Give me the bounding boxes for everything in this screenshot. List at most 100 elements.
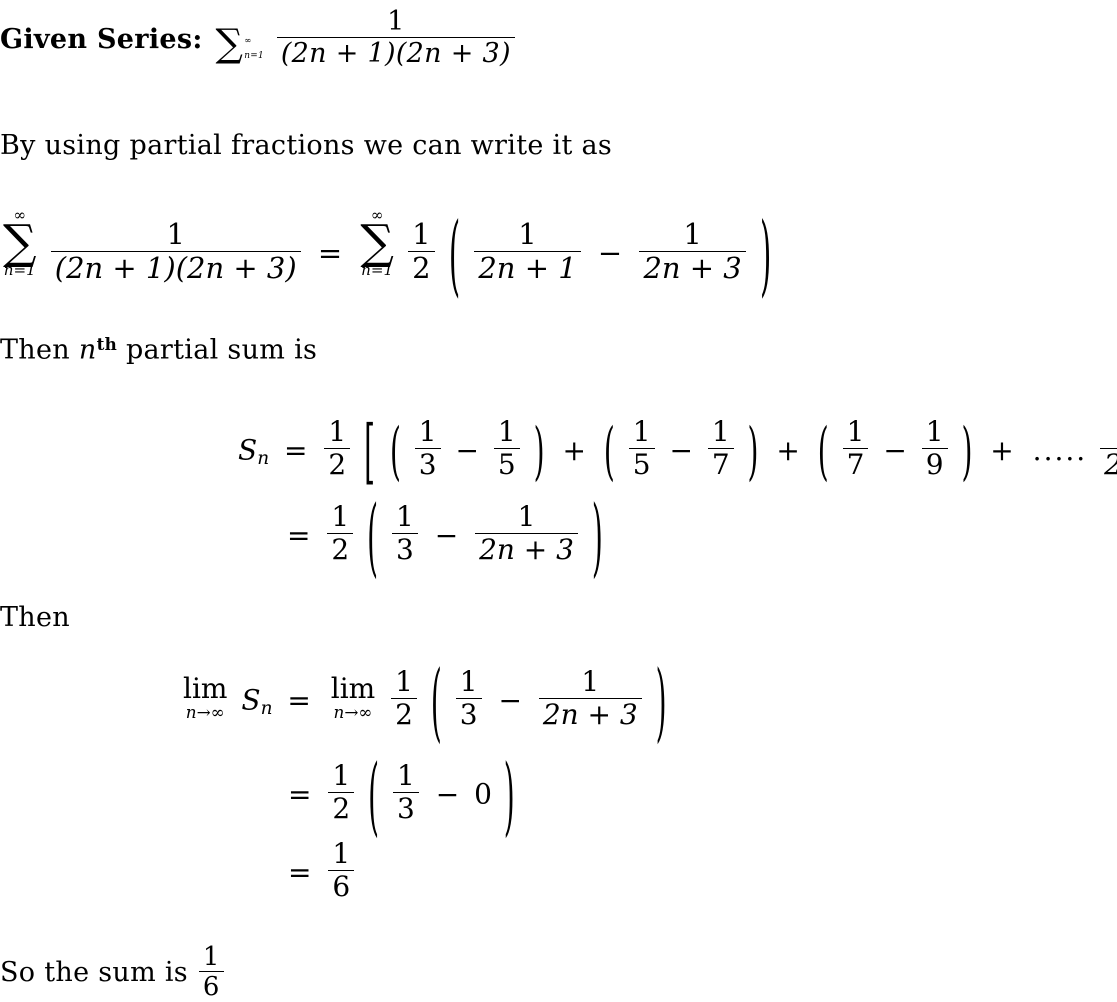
group1-term-b: 1 5 <box>493 417 520 481</box>
fraction-denominator: 2n + 3 <box>542 697 638 731</box>
equals-sign: = <box>287 683 311 717</box>
fraction-numerator: 1 <box>628 417 655 449</box>
fraction-denominator: 3 <box>395 532 414 566</box>
lim-label: lim <box>330 671 376 705</box>
lim-underscript: n→∞ <box>185 701 225 722</box>
sn-symbol: S <box>241 683 261 717</box>
term-a-fraction: 1 3 <box>392 761 419 823</box>
limit-equation-line1: lim n→∞ Sn = lim n→∞ 1 2 ( 1 3 − 1 2n + … <box>178 651 670 752</box>
conclusion-line: So the sum is 1 6 <box>0 944 226 1001</box>
nth-partial-sum-text: Then nth partial sum is <box>0 334 317 366</box>
term-a-fraction: 1 3 <box>455 667 482 731</box>
limit-operator-lhs: lim n→∞ <box>183 671 228 722</box>
close-paren: ) <box>759 202 772 307</box>
group3-term-a: 1 7 <box>842 417 869 481</box>
sigma-icon: ∑ <box>215 21 244 67</box>
coefficient-fraction: 1 2 <box>327 502 354 564</box>
close-paren: ) <box>655 651 667 752</box>
open-paren: ( <box>817 413 829 488</box>
term-a-fraction: 1 3 <box>391 502 418 566</box>
fraction-denominator: 2n + 1 <box>1100 449 1117 480</box>
close-paren: ) <box>961 413 973 488</box>
fraction-denominator: 2 <box>328 447 347 481</box>
fraction-denominator: 9 <box>925 447 944 481</box>
fraction-denominator: 5 <box>497 447 516 481</box>
fraction-numerator: 1 <box>391 502 418 534</box>
fraction-denominator: 2 <box>412 250 431 285</box>
rhs-term1-fraction: 1 2n + 1 <box>474 219 581 285</box>
equals-sign: = <box>287 518 311 552</box>
fraction-numerator: 1 <box>408 219 435 252</box>
fraction-denominator: 6 <box>332 869 351 903</box>
limit-equation-line2: = 1 2 ( 1 3 − 0 ) <box>282 745 518 846</box>
lim-label: lim <box>183 671 228 705</box>
conclusion-text: So the sum is <box>0 957 188 989</box>
fraction-numerator: 1 <box>276 8 515 38</box>
fraction-numerator: 1 <box>475 502 578 534</box>
fraction-numerator: 1 <box>324 417 351 449</box>
nth-superscript: th <box>96 334 118 354</box>
document-page: Given Series: ∑ ∞ n=1 1 (2n + 1)(2n + 3) B… <box>0 0 1117 1001</box>
fraction-numerator: 1 <box>493 417 520 449</box>
fraction-denominator: (2n + 1)(2n + 3) <box>280 37 511 69</box>
plus-sign-3: + <box>990 433 1014 467</box>
fraction-numerator: 1 <box>921 417 948 449</box>
fraction-numerator: 1 <box>328 761 355 793</box>
sn-subscript: n <box>260 697 273 719</box>
minus-sign: − <box>883 433 907 467</box>
sum-lower-limit: n=1 <box>244 50 264 61</box>
term-b-fraction: 1 2n + 3 <box>475 502 578 566</box>
sn-equation-line1: Sn = 1 2 [ ( 1 3 − 1 5 ) + ( 1 5 − 1 7 )… <box>238 410 1117 492</box>
fraction-numerator: 1 <box>414 417 441 449</box>
open-paren: ( <box>389 413 401 488</box>
fraction-denominator: 5 <box>632 447 651 481</box>
rhs-coefficient-fraction: 1 2 <box>408 219 435 285</box>
fraction-denominator: 7 <box>711 447 730 481</box>
fraction-numerator: 1 <box>842 417 869 449</box>
fraction-denominator: 2 <box>332 791 351 825</box>
rhs-sum-lower-limit: n=1 <box>361 261 394 280</box>
fraction-denominator: 3 <box>459 697 478 731</box>
then-text: Then <box>0 602 70 633</box>
sn-symbol: S <box>238 433 258 467</box>
fraction-numerator: 1 <box>327 502 354 534</box>
close-paren: ) <box>533 413 545 488</box>
coefficient-fraction: 1 2 <box>328 761 355 825</box>
rhs-term2-fraction: 1 2n + 3 <box>639 219 746 285</box>
rhs-summation: ∞ ∑ n=1 <box>360 207 394 280</box>
given-series-line: Given Series: ∑ ∞ n=1 1 (2n + 1)(2n + 3) <box>0 8 517 67</box>
open-bracket: [ <box>364 409 376 493</box>
fraction-denominator: 2n + 3 <box>643 250 742 285</box>
sn-coefficient-fraction: 1 2 <box>324 417 351 481</box>
close-paren: ) <box>591 486 603 587</box>
fraction-denominator: 2n + 3 <box>479 532 574 566</box>
open-paren: ( <box>603 413 615 488</box>
limit-operator-rhs: lim n→∞ <box>330 671 376 721</box>
equals-sign: = <box>284 433 308 467</box>
group2-term-b: 1 7 <box>707 417 734 481</box>
open-paren: ( <box>368 745 380 846</box>
fraction-denominator: 2n + 1 <box>478 250 577 285</box>
fraction-denominator: 7 <box>846 447 865 481</box>
open-paren: ( <box>448 202 461 307</box>
lhs-sum-lower-limit: n=1 <box>3 261 36 280</box>
term-b-fraction: 1 2n + 3 <box>538 667 642 731</box>
close-paren: ) <box>503 745 515 846</box>
fraction-numerator: 1 <box>639 219 746 252</box>
sn-equation-line2: = 1 2 ( 1 3 − 1 2n + 3 ) <box>281 486 606 587</box>
conclusion-result-fraction: 1 6 <box>198 944 224 1001</box>
minus-sign: − <box>435 777 460 811</box>
partial-fraction-equation: ∞ ∑ n=1 1 (2n + 1)(2n + 3) = ∞ ∑ n=1 1 2… <box>0 203 774 307</box>
fraction-numerator: 1 <box>198 944 224 973</box>
sum-upper-limit: ∞ <box>244 35 252 46</box>
equals-sign: = <box>288 777 312 811</box>
fraction-numerator: 1 <box>707 417 734 449</box>
sn-subscript: n <box>257 447 270 469</box>
equals-sign: = <box>317 236 343 271</box>
fraction-numerator: 1 <box>328 839 355 871</box>
group1-term-a: 1 3 <box>414 417 441 479</box>
fraction-numerator: 1 <box>391 667 417 699</box>
open-paren: ( <box>367 486 379 587</box>
plus-sign-1: + <box>562 433 586 467</box>
lhs-fraction: 1 (2n + 1)(2n + 3) <box>50 219 301 283</box>
